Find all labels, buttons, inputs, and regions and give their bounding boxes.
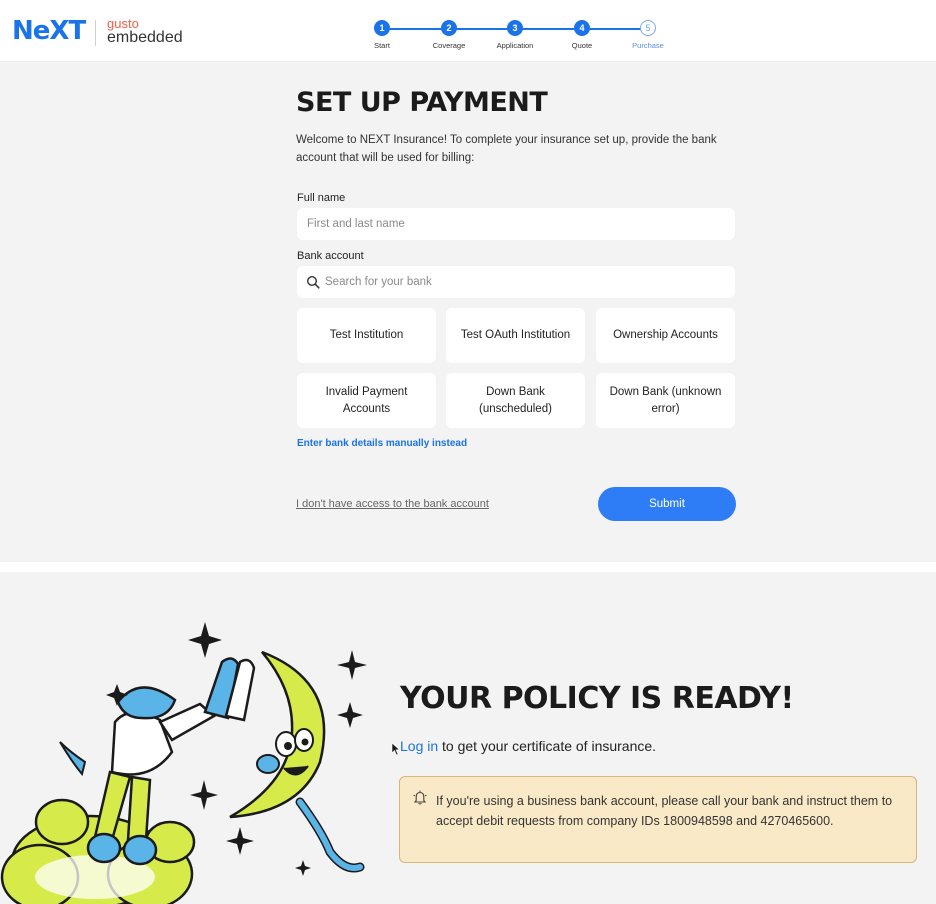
bank-option-test-oauth-institution[interactable]: Test OAuth Institution: [446, 308, 585, 363]
bank-search-input[interactable]: [297, 266, 735, 298]
step-label: Start: [374, 41, 390, 50]
notice-text: If you're using a business bank account,…: [436, 794, 893, 828]
step-coverage: 2 Coverage: [414, 20, 484, 50]
step-number: 2: [441, 20, 457, 36]
step-number: 5: [640, 20, 656, 36]
no-bank-access-link[interactable]: I don't have access to the bank account: [296, 498, 489, 510]
bank-search: [297, 266, 735, 298]
step-start: 1 Start: [347, 20, 417, 50]
step-label: Quote: [571, 41, 593, 50]
payment-description: Welcome to NEXT Insurance! To complete y…: [296, 134, 717, 164]
step-label: Coverage: [432, 41, 466, 50]
next-logo[interactable]: NeXT: [12, 16, 86, 46]
section-gap: [0, 562, 936, 572]
login-link[interactable]: Log in: [400, 738, 438, 754]
manual-bank-details-link[interactable]: Enter bank details manually instead: [297, 438, 467, 449]
bank-option-down-bank-unscheduled[interactable]: Down Bank (unscheduled): [446, 373, 585, 428]
bank-notice-alert: If you're using a business bank account,…: [399, 776, 917, 863]
step-number: 3: [507, 20, 523, 36]
step-label: Purchase: [632, 41, 664, 50]
high-five-illustration: [0, 622, 367, 904]
policy-ready-title: YOUR POLICY IS READY!: [400, 681, 794, 716]
logo-divider: [95, 20, 96, 46]
high-five-hands: [203, 657, 256, 722]
full-name-label: Full name: [297, 192, 346, 204]
top-header: NeXT gusto embedded 1 Start 2 Coverage 3…: [0, 0, 936, 62]
page-title: SET UP PAYMENT: [296, 87, 548, 118]
bell-icon: [413, 790, 427, 805]
figure-body: [59, 686, 217, 777]
bank-account-label: Bank account: [297, 250, 364, 262]
submit-button[interactable]: Submit: [598, 487, 736, 521]
progress-stepper: 1 Start 2 Coverage 3 Application 4 Quote…: [370, 20, 670, 56]
policy-panel: YOUR POLICY IS READY! Log in to get your…: [0, 572, 936, 904]
step-purchase: 5 Purchase: [613, 20, 683, 50]
step-number: 1: [374, 20, 390, 36]
full-name-input[interactable]: [297, 208, 735, 240]
login-instruction: Log in to get your certificate of insura…: [400, 738, 656, 754]
bank-option-test-institution[interactable]: Test Institution: [297, 308, 436, 363]
bank-option-invalid-payment-accounts[interactable]: Invalid Payment Accounts: [297, 373, 436, 428]
embedded-logo-text: embedded: [107, 29, 183, 46]
bank-option-ownership-accounts[interactable]: Ownership Accounts: [596, 308, 735, 363]
login-instruction-text: to get your certificate of insurance.: [438, 738, 657, 754]
step-application: 3 Application: [480, 20, 550, 50]
step-quote: 4 Quote: [547, 20, 617, 50]
step-number: 4: [574, 20, 590, 36]
bank-option-down-bank-unknown-error[interactable]: Down Bank (unknown error): [596, 373, 735, 428]
step-label: Application: [496, 41, 534, 50]
